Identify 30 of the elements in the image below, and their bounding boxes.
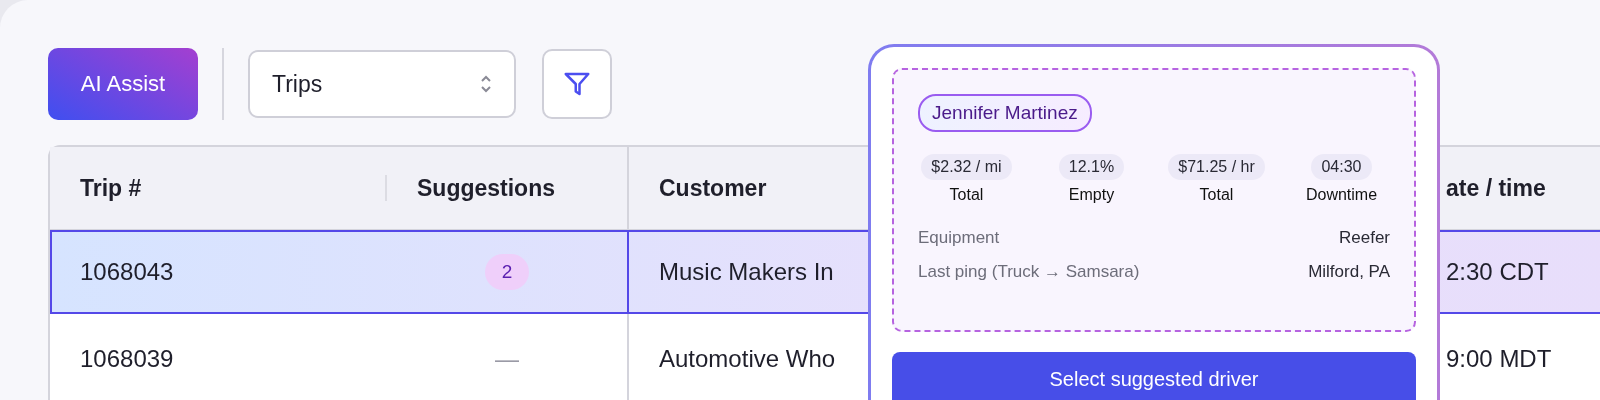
trip-number: 1068043 <box>80 258 174 286</box>
detail-label: Last ping (Truck → Samsara) <box>918 262 1140 282</box>
column-header[interactable]: Trip # <box>80 174 142 202</box>
detail-label: Equipment <box>918 228 1000 248</box>
stat-value: 04:30 <box>1311 154 1372 180</box>
stat-label: Empty <box>1068 186 1115 204</box>
column-header[interactable]: Customer <box>659 174 767 202</box>
empty-dash: — <box>495 345 519 373</box>
filter-button[interactable] <box>542 49 612 119</box>
chevrons-icon <box>480 73 492 95</box>
stat-label: Total <box>1199 186 1234 204</box>
trip-number: 1068039 <box>80 345 174 373</box>
driver-name-chip[interactable]: Jennifer Martinez <box>918 94 1092 132</box>
stat-label: Downtime <box>1305 186 1378 204</box>
column-header[interactable]: ate / time <box>1446 174 1546 202</box>
customer-name: Music Makers In <box>659 258 834 286</box>
detail-value: Milford, PA <box>1308 262 1390 282</box>
suggestion-count-badge: 2 <box>485 254 529 290</box>
ai-assist-button[interactable]: AI Assist <box>48 48 198 120</box>
stat-value: $2.32 / mi <box>921 154 1012 180</box>
view-select[interactable]: Trips <box>248 50 516 118</box>
customer-name: Automotive Who <box>659 345 836 373</box>
column-header[interactable]: Suggestions <box>417 174 555 202</box>
detail-value: Reefer <box>1338 228 1390 248</box>
stat-label: Total <box>949 186 984 204</box>
stat-value: $71.25 / hr <box>1168 154 1265 180</box>
select-driver-button[interactable]: Select suggested driver <box>892 352 1416 400</box>
stat-value: 12.1% <box>1058 154 1125 180</box>
date-time: 9:00 MDT <box>1446 345 1552 373</box>
date-time: 2:30 CDT <box>1446 258 1549 286</box>
